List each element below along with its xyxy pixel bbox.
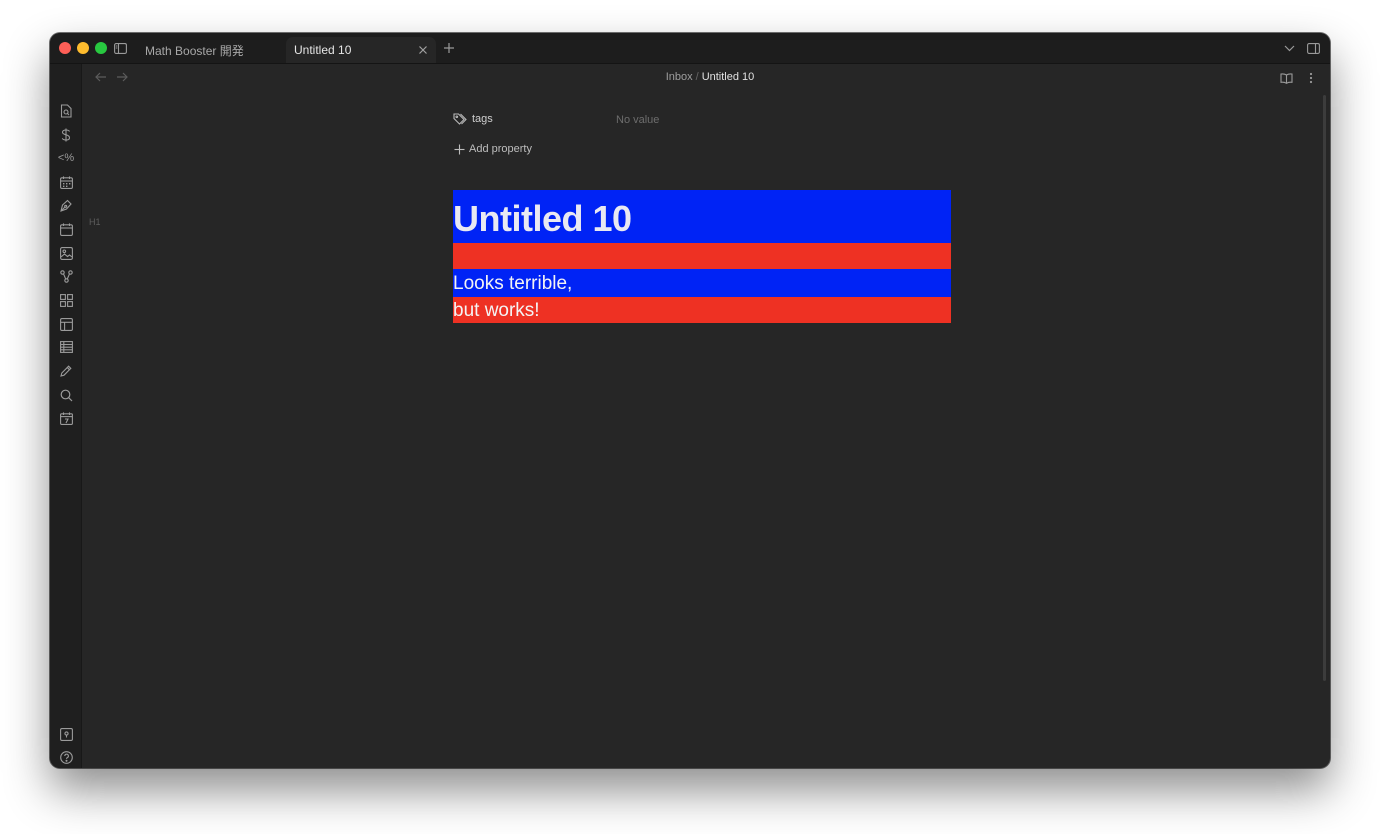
graph-icon[interactable] [57,267,75,285]
breadcrumb: Inbox / Untitled 10 [610,71,810,83]
breadcrumb-separator: / [695,71,699,83]
back-arrow-icon[interactable] [94,70,110,86]
note-text-line[interactable]: but works! [453,299,540,323]
forward-arrow-icon[interactable] [115,70,131,86]
vault-icon[interactable] [57,725,75,743]
tab-label: Math Booster 開発 [145,43,244,58]
tab-label: Untitled 10 [294,43,352,57]
add-property-label: Add property [469,143,532,155]
tags-icon [453,113,467,125]
breadcrumb-file[interactable]: Untitled 10 [702,71,755,83]
new-note-icon[interactable] [57,102,75,120]
more-options-icon[interactable] [1303,70,1319,86]
layout-icon[interactable] [57,315,75,333]
note-text-line[interactable]: Looks terrible, [453,272,572,296]
search-icon[interactable] [57,386,75,404]
add-property-button[interactable]: Add property [454,143,532,155]
dashboard-icon[interactable] [57,291,75,309]
editor-scrollbar[interactable] [1323,95,1326,681]
tab-untitled-10[interactable]: Untitled 10 [286,37,436,63]
left-ribbon: <% [50,64,82,768]
close-tab-icon[interactable] [417,44,429,56]
note-heading[interactable]: Untitled 10 [453,199,632,239]
canvas-icon[interactable] [57,244,75,262]
tab-math-booster[interactable]: Math Booster 開発 [137,37,285,63]
property-key[interactable]: tags [453,113,493,125]
right-sidebar-toggle-icon[interactable] [1306,41,1320,55]
heading-level-marker: H1 [89,217,101,227]
breadcrumb-folder[interactable]: Inbox [666,71,693,83]
property-row-tags: tags No value [453,113,953,133]
templater-icon[interactable]: <% [57,149,75,167]
sidebar-toggle-icon[interactable] [113,41,127,55]
maximize-window-button[interactable] [95,42,107,54]
property-value[interactable]: No value [616,114,659,126]
reading-view-icon[interactable] [1278,70,1294,86]
pen-tool-icon[interactable] [57,196,75,214]
dollar-icon[interactable] [57,126,75,144]
new-tab-icon[interactable] [442,41,456,55]
plus-icon [454,144,465,154]
title-bar: Math Booster 開発 Untitled 10 [50,33,1330,64]
red-band [453,243,951,269]
help-icon[interactable] [57,748,75,766]
tab-list-chevron-icon[interactable] [1282,42,1296,54]
minimize-window-button[interactable] [77,42,89,54]
weekly-calendar-icon[interactable] [57,409,75,427]
property-key-label: tags [472,113,493,125]
close-window-button[interactable] [59,42,71,54]
table-icon[interactable] [57,338,75,356]
app-window: Math Booster 開発 Untitled 10 <% Inbox / U… [50,33,1330,768]
calendar-icon[interactable] [57,173,75,191]
pencil-icon[interactable] [57,362,75,380]
daily-note-icon[interactable] [57,220,75,238]
